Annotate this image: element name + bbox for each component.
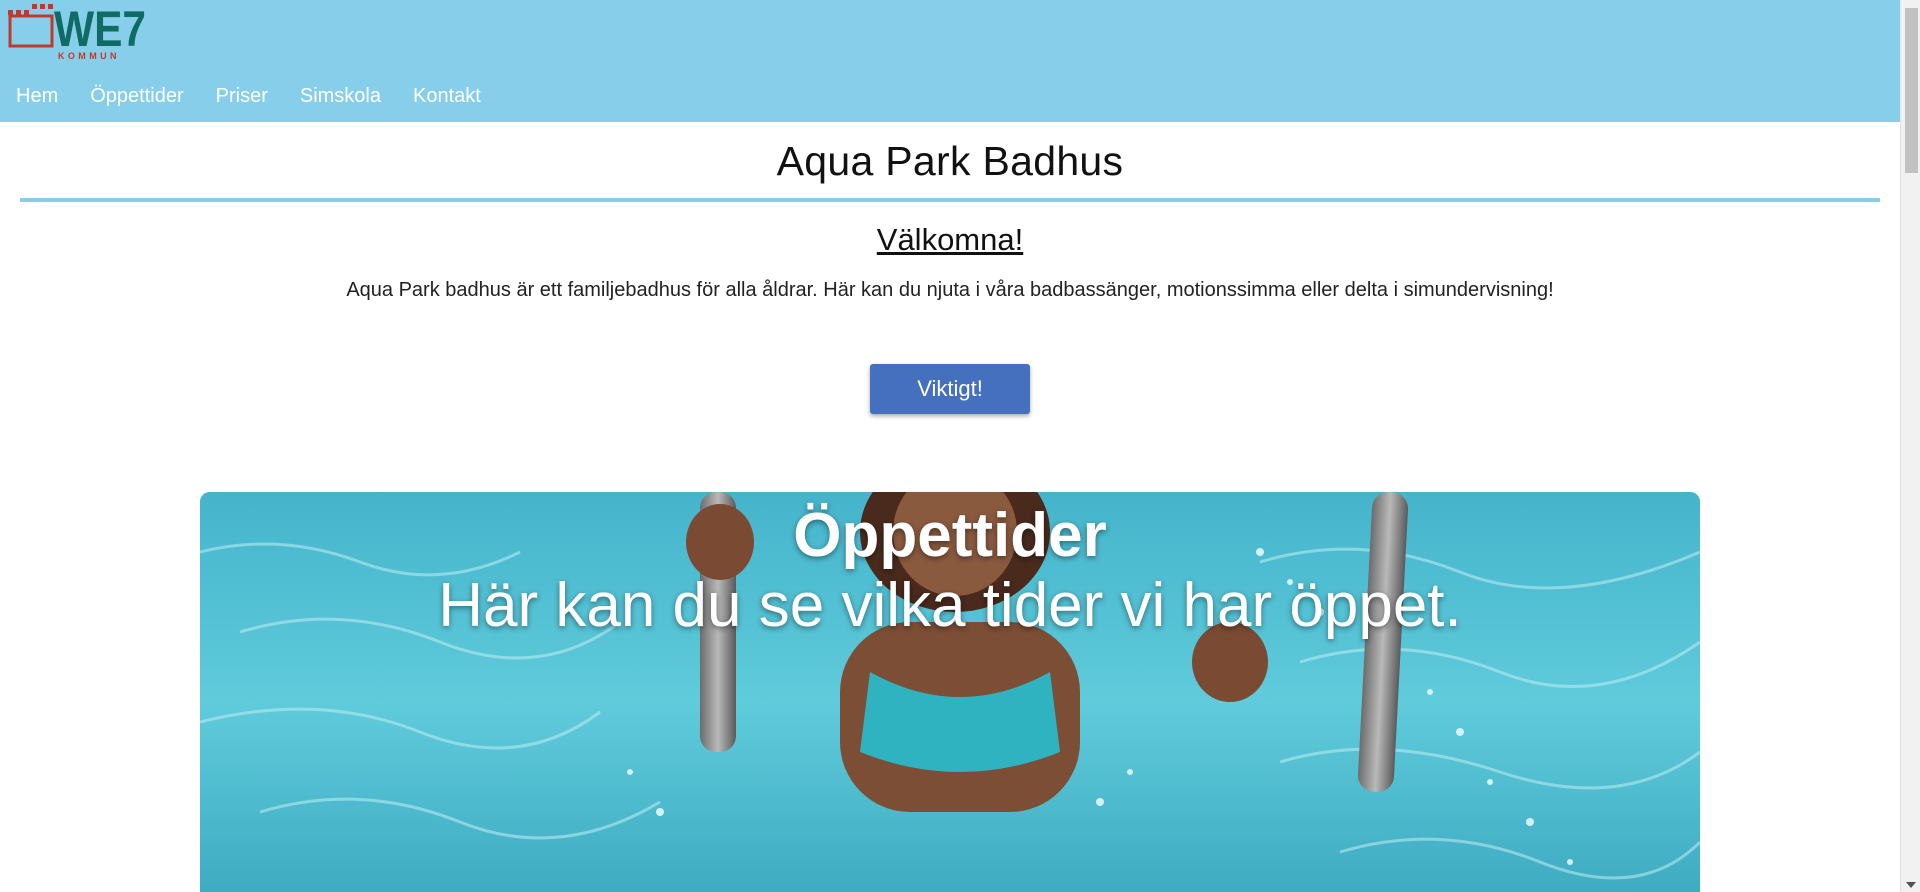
nav-item-kontakt[interactable]: Kontakt <box>413 85 481 108</box>
nav-item-simskola[interactable]: Simskola <box>300 85 381 108</box>
page-scrollbar[interactable] <box>1900 0 1920 892</box>
we7-kommun-logo[interactable]: WE7 KOMMUN <box>6 0 156 64</box>
page: WE7 KOMMUN Hem Öppettider Priser Simskol… <box>0 0 1900 892</box>
intro-text: Aqua Park badhus är ett familjebadhus fö… <box>346 279 1554 301</box>
welcome-heading: Välkomna! <box>876 222 1024 257</box>
nav-item-oppettider[interactable]: Öppettider <box>90 85 183 108</box>
main-nav: Hem Öppettider Priser Simskola Kontakt <box>0 80 497 112</box>
logo-wordmark: WE7 <box>54 1 146 57</box>
scroll-down-arrow-icon[interactable] <box>1906 882 1916 888</box>
important-button[interactable]: Viktigt! <box>870 364 1030 414</box>
nav-item-hem[interactable]: Hem <box>16 85 58 108</box>
site-header: WE7 KOMMUN Hem Öppettider Priser Simskol… <box>0 0 1900 122</box>
page-title: Aqua Park Badhus <box>776 138 1124 184</box>
hero-title: Öppettider <box>793 501 1107 570</box>
title-divider <box>20 198 1880 202</box>
hero-subtitle: Här kan du se vilka tider vi har öppet. <box>438 571 1462 640</box>
scrollbar-thumb[interactable] <box>1905 8 1918 173</box>
logo-sub: KOMMUN <box>58 51 120 61</box>
hero-banner[interactable]: Öppettider Här kan du se vilka tider vi … <box>200 492 1700 892</box>
nav-item-priser[interactable]: Priser <box>216 85 268 108</box>
